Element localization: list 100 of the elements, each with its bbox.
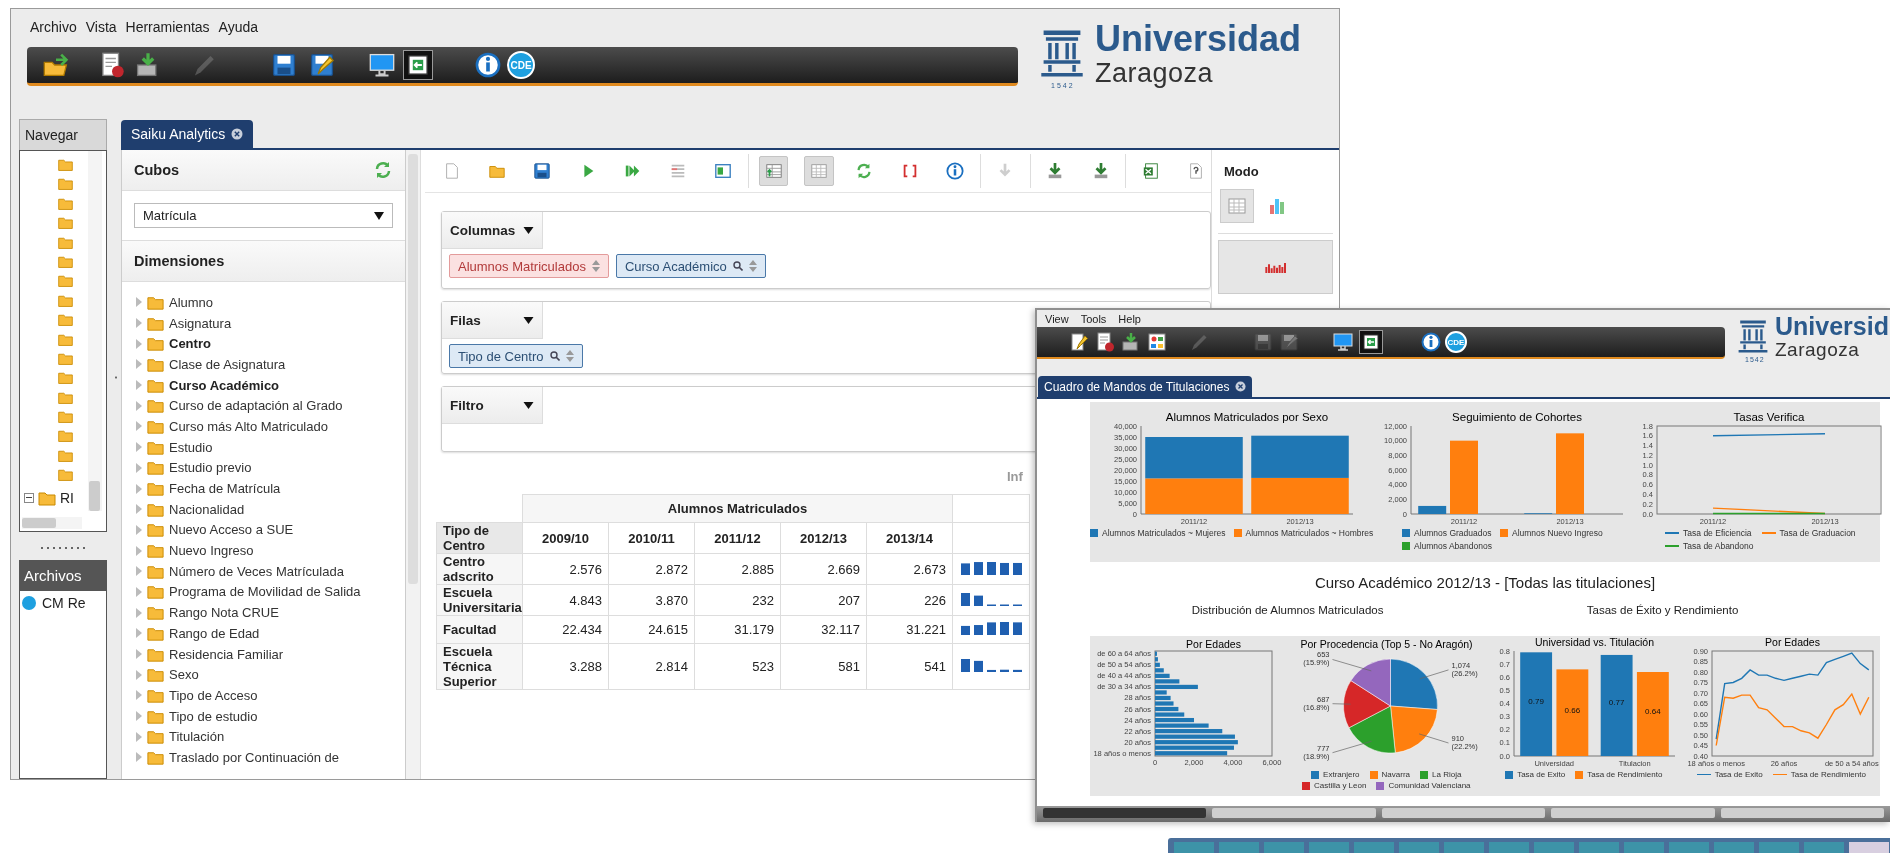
- menu-item[interactable]: Herramientas: [125, 19, 210, 35]
- dimension-item[interactable]: Tipo de Acceso: [136, 685, 405, 706]
- dashboard-icon: [1147, 332, 1167, 352]
- dimension-item[interactable]: Nuevo Ingreso: [136, 540, 405, 561]
- dimension-item[interactable]: Nacionalidad: [136, 498, 405, 520]
- dimension-item[interactable]: Fecha de Matrícula: [136, 478, 405, 499]
- close-icon[interactable]: [1235, 381, 1247, 392]
- chart-title: Por Edades: [1186, 638, 1242, 650]
- expand-arrow-icon: [136, 359, 142, 370]
- menu-item[interactable]: Vista: [85, 19, 117, 35]
- chart-title: Seguimiento de Cohortes: [1452, 411, 1583, 423]
- dimension-item[interactable]: Estudio: [136, 436, 405, 458]
- scrollbar[interactable]: [406, 150, 421, 779]
- axis-header[interactable]: Filtro: [442, 387, 543, 424]
- table-cell: 31.221: [866, 615, 953, 644]
- dimension-item[interactable]: Curso Académico: [136, 374, 405, 396]
- table-cell: 581: [780, 643, 867, 690]
- sparkline: [959, 658, 1023, 672]
- axis-header[interactable]: Columnas: [442, 212, 543, 249]
- table-cell: 32.117: [780, 615, 867, 644]
- sort-arrows-icon[interactable]: [591, 260, 600, 272]
- row-header: Centro adscrito: [436, 553, 523, 585]
- sort-arrows-icon[interactable]: [748, 260, 757, 272]
- toolbar-button[interactable]: [1145, 330, 1169, 354]
- table-cell: 523: [694, 643, 781, 690]
- menu-item[interactable]: Ayuda: [218, 19, 259, 35]
- info-icon: [475, 52, 501, 78]
- toolbar-button[interactable]: [1331, 330, 1355, 354]
- floppy-pencil-icon: [1279, 332, 1299, 352]
- menu-item[interactable]: View: [1045, 312, 1069, 325]
- menu-item[interactable]: Archivo: [30, 19, 77, 35]
- dimension-item[interactable]: Tipo de estudio: [136, 705, 405, 727]
- dimension-item[interactable]: Curso más Alto Matriculado: [136, 416, 405, 437]
- chart-button[interactable]: [1218, 240, 1333, 294]
- dimension-item[interactable]: Alumno: [136, 292, 405, 313]
- panel-tab[interactable]: Navegar: [19, 119, 107, 150]
- monitor-icon: [369, 52, 395, 78]
- dimension-item[interactable]: Número de Veces Matrículada: [136, 560, 405, 582]
- toolbar-button[interactable]: [403, 50, 433, 80]
- dimension-item[interactable]: Centro: [136, 333, 405, 355]
- caret-down-icon: [523, 316, 534, 324]
- expand-arrow-icon: [136, 669, 142, 680]
- dashboard-title: Curso Académico 2012/13 - [Todas las titulaciones]: [1313, 574, 1657, 591]
- tab[interactable]: Saiku Analytics: [121, 120, 254, 148]
- leader-line: [1419, 669, 1449, 680]
- dimension-item[interactable]: Programa de Movilidad de Salida: [136, 581, 405, 603]
- dimension-item[interactable]: Sexo: [136, 664, 405, 686]
- dimension-item[interactable]: Residencia Familiar: [136, 643, 405, 665]
- search-icon[interactable]: [549, 351, 560, 361]
- dimension-item[interactable]: Rango de Edad: [136, 623, 405, 644]
- measure-chip[interactable]: Alumnos Matriculados: [449, 254, 609, 278]
- menu-item[interactable]: Tools: [1080, 312, 1107, 325]
- table-cell: 2.814: [608, 643, 695, 690]
- panel-tab[interactable]: Archivos: [19, 560, 107, 590]
- dimension-item[interactable]: Asignatura: [136, 312, 405, 334]
- search-icon[interactable]: [732, 261, 743, 271]
- toolbar-button[interactable]: [1419, 330, 1443, 354]
- menu-item[interactable]: Help: [1118, 312, 1141, 325]
- column-header: Tipo de Centro: [436, 522, 523, 554]
- scrollbar[interactable]: [22, 517, 82, 529]
- tree-item[interactable]: RI: [60, 489, 74, 506]
- pie-slice: [1343, 680, 1391, 729]
- monitor-icon: [1333, 332, 1353, 352]
- expand-arrow-icon: [136, 690, 142, 701]
- collapse-icon[interactable]: [24, 492, 34, 503]
- dimension-item[interactable]: Nuevo Acceso a SUE: [136, 519, 405, 541]
- legend-label: Alumnos Abandonos: [1414, 541, 1492, 551]
- dimension-item[interactable]: Curso de adaptación al Grado: [136, 395, 405, 417]
- toolbar-button[interactable]: [1359, 330, 1383, 354]
- axis-header[interactable]: Filas: [442, 302, 543, 339]
- table-icon: [1227, 196, 1247, 216]
- table-cell: 31.179: [694, 615, 781, 644]
- dimension-item[interactable]: Estudio previo: [136, 457, 405, 479]
- file-item[interactable]: CM Re: [20, 591, 106, 615]
- leader-line: [1331, 740, 1372, 754]
- tab[interactable]: Cuadro de Mandos de Titulaciones: [1038, 376, 1253, 397]
- dimension-item[interactable]: Clase de Asignatura: [136, 354, 405, 375]
- bar-chart-icon: [1267, 196, 1287, 216]
- legend-label: Comunidad Valenciana: [1388, 781, 1471, 790]
- toolbar-button[interactable]: [473, 50, 503, 80]
- value-label: 0.79: [1528, 697, 1545, 707]
- expand-arrow-icon: [136, 400, 142, 411]
- dimension-item[interactable]: Rango Nota CRUE: [136, 602, 405, 623]
- document-pencil-icon: [1069, 332, 1089, 352]
- sort-arrows-icon[interactable]: [565, 350, 574, 362]
- dimension-item[interactable]: Titulación: [136, 726, 405, 748]
- pie-slice: [1390, 658, 1438, 710]
- table-arrow-icon: [764, 162, 783, 180]
- close-icon[interactable]: [231, 128, 244, 140]
- leader-line: [1331, 659, 1372, 672]
- dimension-chip[interactable]: Curso Académico: [615, 254, 766, 278]
- dimension-item[interactable]: Traslado por Continuación de: [136, 747, 405, 768]
- legend-label: Tasa de Rendimiento: [1587, 770, 1663, 779]
- cube-select[interactable]: Matrícula: [134, 203, 393, 228]
- scrollbar[interactable]: [88, 151, 102, 511]
- dimension-chip[interactable]: Tipo de Centro: [449, 344, 583, 368]
- column-header: 2012/13: [780, 522, 867, 554]
- chart-title: Universidad vs. Titulación: [1535, 636, 1655, 648]
- table-mode-button[interactable]: [1220, 189, 1254, 223]
- value-label: 0.66: [1564, 705, 1581, 715]
